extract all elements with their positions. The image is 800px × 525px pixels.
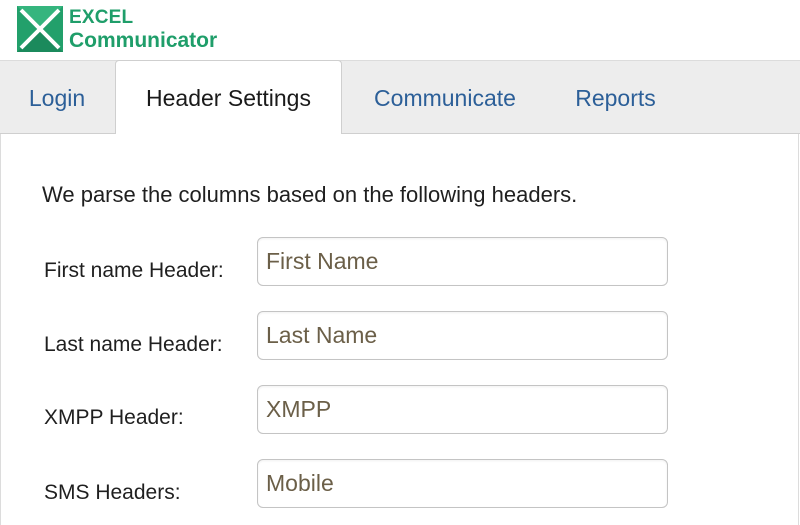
logo-text: EXCEL Communicator	[69, 8, 217, 51]
tab-reports[interactable]: Reports	[548, 61, 683, 135]
intro-text: We parse the columns based on the follow…	[42, 182, 578, 207]
logo-line2: Communicator	[69, 28, 218, 52]
logo-line1: EXCEL	[69, 6, 134, 28]
sms-headers-label: SMS Headers:	[44, 481, 181, 504]
tab-bar: Login Header Settings Communicate Report…	[0, 60, 800, 135]
xmpp-header-label: XMPP Header:	[44, 406, 184, 429]
xmpp-header-input[interactable]	[257, 385, 668, 434]
first-name-header-label: First name Header:	[44, 259, 224, 282]
tab-communicate[interactable]: Communicate	[350, 61, 540, 135]
sms-headers-input[interactable]	[257, 459, 668, 508]
last-name-header-input[interactable]	[257, 311, 668, 360]
tab-login[interactable]: Login	[8, 61, 106, 135]
app-logo: EXCEL Communicator	[17, 6, 217, 52]
last-name-header-label: Last name Header:	[44, 333, 223, 356]
excel-x-icon	[17, 6, 63, 52]
first-name-header-input[interactable]	[257, 237, 668, 286]
tab-header-settings[interactable]: Header Settings	[115, 60, 342, 135]
